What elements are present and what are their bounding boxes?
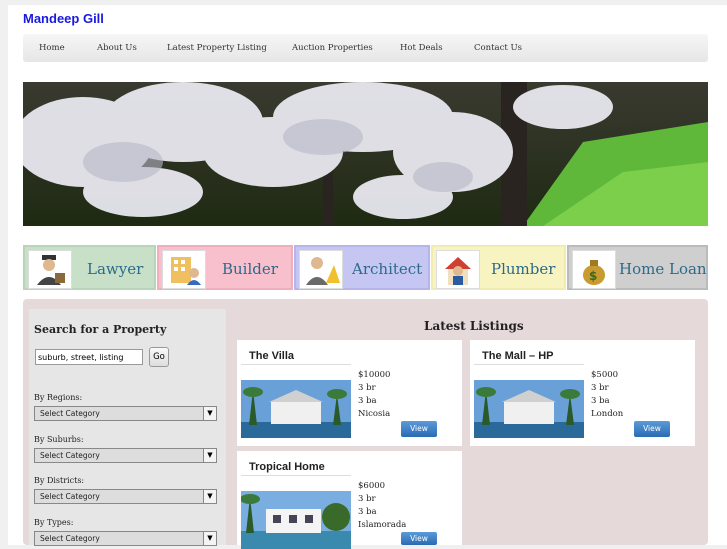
districts-select[interactable]: Select Category ▼: [34, 489, 217, 504]
service-builder-label: Builder: [222, 260, 278, 278]
listing-baths: 3 ba: [591, 396, 610, 406]
suburbs-select[interactable]: Select Category ▼: [34, 448, 217, 463]
chevron-down-icon[interactable]: ▼: [203, 532, 216, 545]
listing-beds: 3 br: [358, 494, 376, 504]
svg-text:$: $: [589, 269, 597, 283]
regions-select-value: Select Category: [40, 409, 100, 418]
service-lawyer-label: Lawyer: [87, 260, 144, 278]
suburbs-select-value: Select Category: [40, 451, 100, 460]
listing-beds: 3 br: [358, 383, 376, 393]
search-sidebar: Search for a Property suburb, street, li…: [29, 309, 226, 546]
service-builder[interactable]: Builder: [157, 245, 293, 290]
listing-name[interactable]: The Mall – HP: [474, 345, 584, 365]
service-plumber[interactable]: Plumber: [431, 245, 566, 290]
service-home-loan[interactable]: $ Home Loan: [567, 245, 708, 290]
service-lawyer[interactable]: Lawyer: [23, 245, 156, 290]
view-button[interactable]: View: [401, 532, 437, 545]
listing-image[interactable]: [241, 380, 351, 438]
filter-regions-label: By Regions:: [34, 393, 83, 402]
nav-home[interactable]: Home: [39, 43, 65, 53]
main-nav: Home About Us Latest Property Listing Au…: [23, 34, 708, 62]
listing-location: Islamorada: [358, 520, 407, 530]
listing-baths: 3 ba: [358, 507, 377, 517]
listing-location: London: [591, 409, 624, 419]
nav-auction-properties[interactable]: Auction Properties: [292, 43, 373, 53]
listing-price: $6000: [358, 481, 386, 491]
listing-card: Tropical Home $6000 3 br 3 ba Islamorada…: [237, 451, 462, 549]
view-button[interactable]: View: [401, 421, 437, 437]
filter-districts-label: By Districts:: [34, 476, 85, 485]
service-plumber-label: Plumber: [491, 260, 556, 278]
listing-image[interactable]: [241, 491, 351, 549]
money-bag-icon: $: [572, 250, 616, 289]
filter-types-label: By Types:: [34, 518, 74, 527]
listing-image[interactable]: [474, 380, 584, 438]
site-title[interactable]: Mandeep Gill: [23, 11, 104, 26]
chevron-down-icon[interactable]: ▼: [203, 407, 216, 420]
search-input[interactable]: suburb, street, listing: [35, 349, 143, 365]
listings-title: Latest Listings: [424, 319, 524, 333]
filter-suburbs-label: By Suburbs:: [34, 435, 84, 444]
types-select[interactable]: Select Category ▼: [34, 531, 217, 546]
page: Mandeep Gill Home About Us Latest Proper…: [8, 5, 727, 549]
view-button[interactable]: View: [634, 421, 670, 437]
listing-card: The Mall – HP $5000 3 br 3 ba London Vie…: [470, 340, 695, 446]
listing-location: Nicosia: [358, 409, 391, 419]
listing-price: $10000: [358, 370, 391, 380]
listing-name[interactable]: The Villa: [241, 345, 351, 365]
search-title: Search for a Property: [34, 323, 167, 336]
listing-name[interactable]: Tropical Home: [241, 456, 351, 476]
districts-select-value: Select Category: [40, 492, 100, 501]
nav-latest-property-listing[interactable]: Latest Property Listing: [167, 43, 267, 53]
content-area: Search for a Property suburb, street, li…: [23, 299, 708, 549]
go-button[interactable]: Go: [149, 347, 169, 367]
service-home-loan-label: Home Loan: [619, 260, 707, 278]
banner-image: [23, 82, 708, 226]
chevron-down-icon[interactable]: ▼: [203, 449, 216, 462]
chevron-down-icon[interactable]: ▼: [203, 490, 216, 503]
plumber-icon: [436, 250, 480, 289]
nav-about-us[interactable]: About Us: [97, 43, 137, 53]
service-architect-label: Architect: [352, 260, 423, 278]
service-architect[interactable]: Architect: [294, 245, 430, 290]
nav-hot-deals[interactable]: Hot Deals: [400, 43, 443, 53]
types-select-value: Select Category: [40, 534, 100, 543]
listing-card: The Villa $10000 3 br 3 ba Nicosia View: [237, 340, 462, 446]
lawyer-icon: [28, 250, 72, 289]
listing-baths: 3 ba: [358, 396, 377, 406]
nav-contact-us[interactable]: Contact Us: [474, 43, 522, 53]
services-bar: Lawyer Builder Architect Plumber $ Home …: [23, 245, 708, 290]
listing-beds: 3 br: [591, 383, 609, 393]
listing-price: $5000: [591, 370, 619, 380]
builder-icon: [162, 250, 206, 289]
architect-icon: [299, 250, 343, 289]
regions-select[interactable]: Select Category ▼: [34, 406, 217, 421]
